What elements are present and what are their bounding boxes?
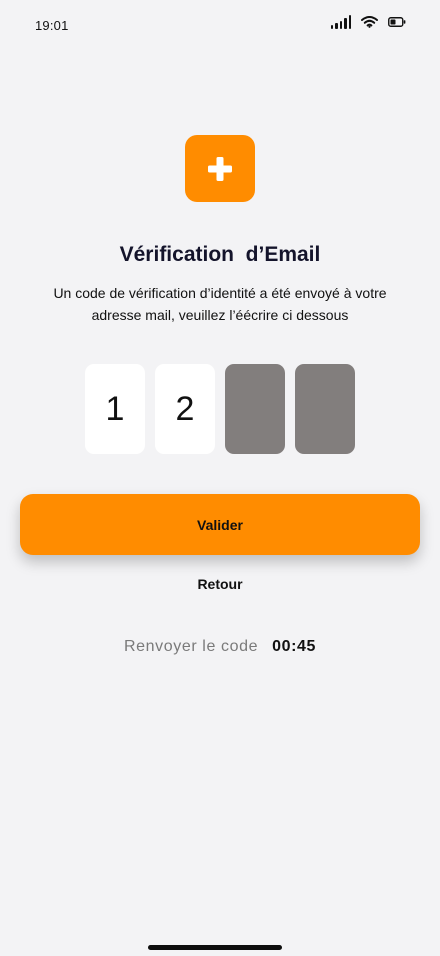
instructions-text: Un code de vérification d’identité a été… [53,285,387,323]
code-digit-2[interactable]: 2 [155,364,215,454]
app-logo [185,135,255,202]
home-indicator[interactable] [148,945,282,950]
resend-code-link[interactable]: Renvoyer le code [124,638,258,656]
code-digit-1[interactable]: 1 [85,364,145,454]
resend-timer: 00:45 [272,638,317,655]
back-button[interactable]: Retour [0,576,440,592]
battery-icon [388,17,406,27]
wifi-icon [361,16,378,28]
code-digit-3[interactable] [225,364,285,454]
page-title: Vérification d’Email [119,243,321,266]
status-icons [330,15,407,29]
status-time: 19:01 [35,18,69,33]
code-digit-4[interactable] [295,364,355,454]
verification-code-input: 1 2 [85,364,355,454]
resend-row: Renvoyer le code 00:45 [0,638,440,656]
validate-button[interactable]: Valider [20,494,420,555]
signal-icon [330,15,351,29]
plus-icon [208,156,232,181]
status-bar: 19:01 [0,0,440,52]
